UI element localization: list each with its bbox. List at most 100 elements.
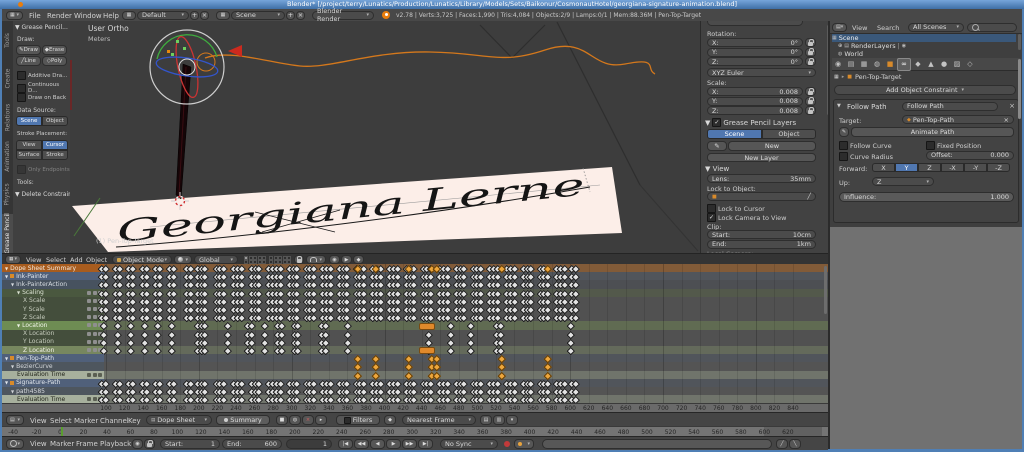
ds-menu-channel[interactable]: Channel	[100, 417, 129, 425]
dope-sheet[interactable]: ▼Dope Sheet Summary▼Ink-Painter▼Ink-Pain…	[2, 264, 828, 403]
toolshelf-tab-grease-pencil[interactable]: Grease Pencil	[2, 214, 13, 254]
channel-x-scale[interactable]: X Scale	[2, 297, 104, 305]
ghost-icon[interactable]	[93, 348, 97, 352]
rotation-x-field[interactable]: X:0°	[707, 38, 803, 47]
channel-expander-icon[interactable]: ▼	[5, 274, 8, 279]
expand-icon[interactable]: ⊕	[838, 43, 842, 49]
frame-end-field[interactable]: End:600	[222, 439, 282, 449]
mode-dropdown[interactable]: Object Mode▾	[112, 255, 172, 264]
ds-paste-button[interactable]: ▥	[493, 415, 505, 425]
gp-layers-panel-header[interactable]: ▼ Grease Pencil Layers	[705, 118, 796, 127]
toolshelf-tab-tools[interactable]: Tools	[2, 21, 13, 61]
forward-axis--z[interactable]: -Z	[987, 163, 1010, 172]
line-button[interactable]: ╱ Line	[16, 56, 41, 66]
properties-tab-physics-icon[interactable]: ◇	[964, 59, 976, 70]
data-source-scene[interactable]: Scene	[16, 116, 42, 126]
current-frame-field[interactable]: 1	[286, 439, 332, 449]
mute-icon[interactable]	[87, 340, 91, 344]
toolshelf-tab-create[interactable]: Create	[2, 60, 13, 100]
outliner-item-renderlayers[interactable]: ⊕ ▤ RenderLayers| ◉	[838, 42, 906, 50]
jump-to-start-button[interactable]: |◀	[338, 439, 353, 449]
layer-toggle[interactable]	[287, 256, 291, 260]
constraint-name-field[interactable]: Follow Path	[902, 102, 998, 111]
add-layout-button[interactable]: +	[190, 11, 199, 20]
channel-x-location[interactable]: X Location	[2, 330, 104, 338]
scale-x-field[interactable]: X:0.008	[707, 87, 803, 96]
jump-to-end-button[interactable]: ▶|	[418, 439, 433, 449]
keying-set-dropdown[interactable]: ▾	[514, 439, 534, 449]
outliner-scope-dropdown[interactable]: All Scenes▾	[908, 23, 964, 32]
channel-z-location[interactable]: Z Location	[2, 346, 104, 354]
channel-expander-icon[interactable]: ▼	[17, 323, 20, 328]
mute-icon[interactable]	[87, 291, 91, 295]
stroke-cursor-button[interactable]: Cursor	[42, 140, 68, 150]
curve-handle-3[interactable]	[171, 53, 174, 56]
additive-drawing-checkbox[interactable]: Additive Dra...	[17, 71, 67, 80]
clear-target-icon[interactable]: ×	[1004, 116, 1009, 124]
render-opengl-anim-button[interactable]: ▶	[341, 255, 352, 264]
viewport-editor-button[interactable]: ▦▾	[5, 255, 21, 264]
toolshelf-tab-physics[interactable]: Physics	[2, 176, 13, 216]
channel-path4585[interactable]: ▼path4585	[2, 387, 104, 395]
outliner-menu-search[interactable]: Search	[877, 24, 899, 32]
motion-path-curve[interactable]	[205, 46, 655, 74]
channel-expander-icon[interactable]: ▼	[5, 266, 8, 271]
forward-axis--x[interactable]: -X	[941, 163, 964, 172]
tl-editor-button[interactable]: ▾	[6, 439, 24, 449]
ghost-icon[interactable]	[93, 397, 97, 401]
gp-scene-tab[interactable]: Scene	[707, 129, 762, 139]
channel-expander-icon[interactable]: ▼	[11, 282, 14, 287]
delete-scene-button[interactable]: ×	[296, 11, 305, 20]
stroke-stroke-button[interactable]: Stroke	[42, 150, 68, 160]
forward-axis--y[interactable]: -Y	[964, 163, 987, 172]
properties-tab-object-icon[interactable]: ■	[884, 59, 896, 70]
channel-expander-icon[interactable]: ▼	[17, 290, 20, 295]
erase-button[interactable]: ◆ Erase	[42, 45, 67, 55]
lock-camera-to-view-checkbox[interactable]: Lock Camera to View	[707, 213, 786, 222]
sync-dropdown[interactable]: No Sync▾	[440, 439, 498, 449]
manipulator-button[interactable]: ◆	[353, 255, 364, 264]
properties-tab-object-data-icon[interactable]: ▲	[925, 59, 937, 70]
lock-to-object-field[interactable]: ■╱	[707, 192, 816, 201]
rotation-mode-dropdown[interactable]: XYZ Euler▾	[707, 68, 816, 77]
channel-expander-icon[interactable]: ▼	[5, 380, 8, 385]
properties-tab-material-icon[interactable]: ●	[938, 59, 950, 70]
properties-tab-render-icon[interactable]: ◉	[832, 59, 844, 70]
tl-menu-playback[interactable]: Playback	[100, 440, 131, 448]
properties-tab-world-icon[interactable]: ◍	[871, 59, 883, 70]
shading-dropdown[interactable]: ▾	[174, 255, 192, 264]
ds-mode-dropdown[interactable]: ▤Dope Sheet▾	[146, 415, 212, 425]
menu-file[interactable]: File	[29, 12, 41, 20]
channel-ink-painter[interactable]: ▼Ink-Painter	[2, 272, 104, 280]
summary-toggle[interactable]: Summary	[216, 415, 270, 425]
selected-keyframe-bar[interactable]	[419, 323, 435, 330]
ds-editor-button[interactable]: ▤▾	[6, 415, 24, 425]
tl-menu-view[interactable]: View	[30, 440, 47, 448]
render-engine-selector[interactable]: Blender Render▾	[312, 11, 374, 20]
channel-expander-icon[interactable]: ▼	[11, 364, 14, 369]
ds-filter-icon-1[interactable]: ■	[276, 415, 288, 425]
add-constraint-dropdown[interactable]: Add Object Constraint▾	[834, 85, 1016, 95]
layer-toggle[interactable]	[258, 256, 262, 260]
forward-axis-x[interactable]: X	[872, 163, 895, 172]
eyedropper-icon[interactable]: ╱	[807, 193, 811, 200]
next-keyframe-button[interactable]: ▶▶	[402, 439, 417, 449]
ds-copy-button[interactable]: ▤	[480, 415, 492, 425]
vp-menu-object[interactable]: Object	[86, 256, 107, 264]
draw-button[interactable]: ✎ Draw	[16, 45, 41, 55]
constraint-icon-button[interactable]: ✎	[839, 127, 849, 137]
lock-icon[interactable]	[98, 373, 102, 377]
stroke-surface-button[interactable]: Surface	[16, 150, 42, 160]
forward-axis-y[interactable]: Y	[895, 163, 918, 172]
ds-ghost-button[interactable]: ◆	[384, 415, 396, 425]
mute-icon[interactable]	[87, 299, 91, 303]
channel-z-scale[interactable]: Z Scale	[2, 313, 104, 321]
lock-to-cursor-checkbox[interactable]: Lock to Cursor	[707, 204, 765, 213]
mute-icon[interactable]	[87, 397, 91, 401]
channel-evaluation-time[interactable]: Evaluation Time	[2, 395, 104, 403]
curve-radius-checkbox[interactable]: Curve Radius	[839, 152, 893, 161]
clipped-top-field[interactable]	[707, 21, 803, 26]
record-icon[interactable]	[504, 441, 510, 447]
gp-new-button[interactable]: New	[728, 141, 816, 151]
rotation-z-lock-button[interactable]	[805, 57, 816, 66]
